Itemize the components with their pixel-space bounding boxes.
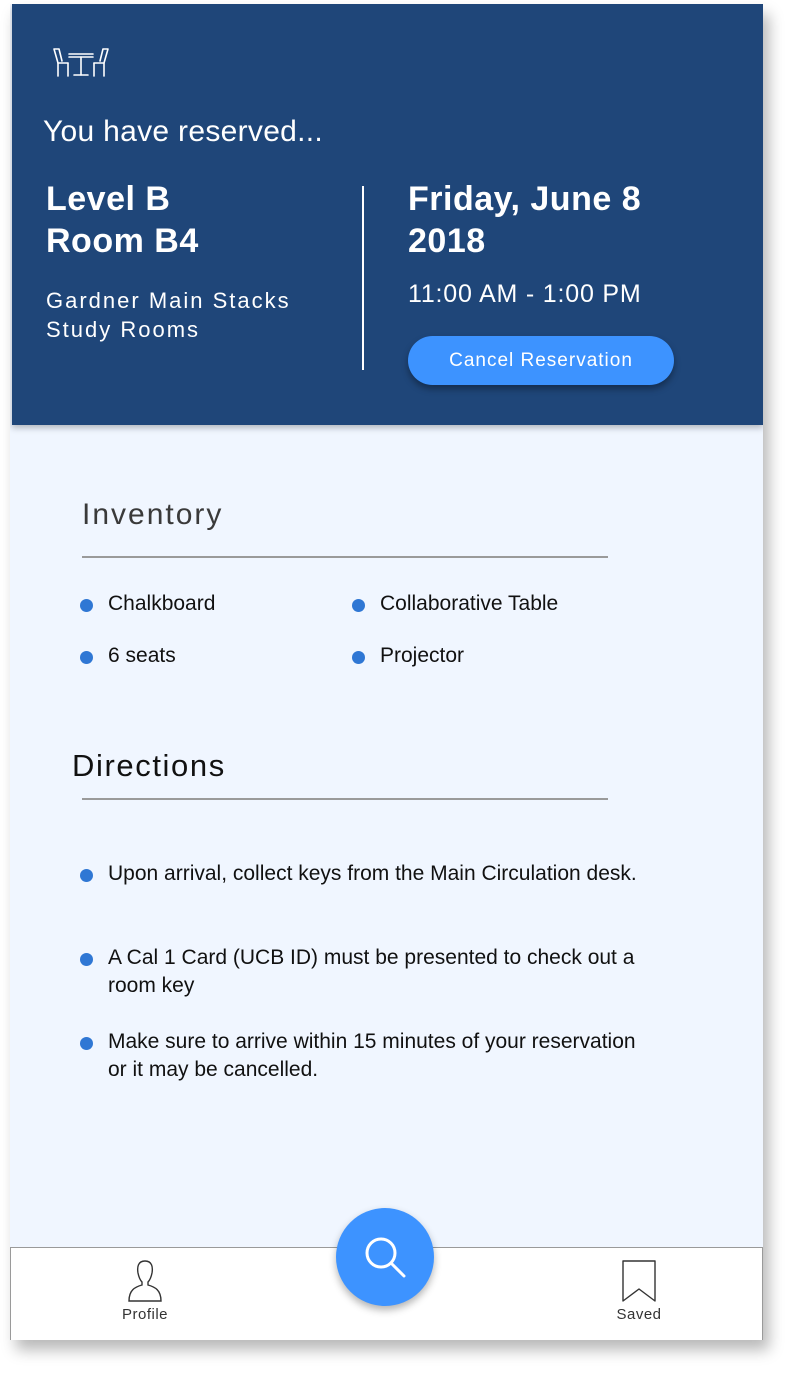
bullet-dot bbox=[80, 953, 93, 966]
building-name: Gardner Main Stacks Study Rooms bbox=[46, 286, 291, 344]
tab-saved-label: Saved bbox=[616, 1306, 662, 1323]
inventory-divider bbox=[82, 556, 608, 558]
search-icon bbox=[365, 1237, 406, 1278]
room-number: Room B4 bbox=[46, 222, 199, 260]
bullet-dot bbox=[352, 599, 365, 612]
bullet-dot bbox=[80, 599, 93, 612]
tab-saved[interactable]: Saved bbox=[599, 1258, 679, 1323]
building-line-2: Study Rooms bbox=[46, 317, 201, 342]
reservation-intro: You have reserved... bbox=[43, 115, 324, 148]
bullet-dot bbox=[80, 869, 93, 882]
date-day: Friday, June 8 bbox=[408, 180, 642, 218]
room-level: Level B bbox=[46, 180, 171, 218]
tab-profile-label: Profile bbox=[121, 1306, 169, 1323]
direction-text: Make sure to arrive within 15 minutes of… bbox=[108, 1030, 636, 1081]
bullet-dot bbox=[352, 651, 365, 664]
cancel-reservation-button[interactable]: Cancel Reservation bbox=[408, 336, 674, 385]
inventory-item-label: 6 seats bbox=[108, 644, 176, 667]
reservation-date: Friday, June 8 2018 bbox=[408, 178, 641, 262]
bullet-dot bbox=[80, 651, 93, 664]
header-divider bbox=[362, 186, 364, 370]
bookmark-icon bbox=[622, 1260, 656, 1302]
reservation-header: You have reserved... Level B Room B4 Gar… bbox=[12, 4, 763, 425]
directions-divider bbox=[82, 798, 608, 800]
room-name: Level B Room B4 bbox=[46, 178, 199, 262]
inventory-item-label: Chalkboard bbox=[108, 592, 216, 615]
reservation-screen: You have reserved... Level B Room B4 Gar… bbox=[10, 4, 763, 1340]
direction-text: Upon arrival, collect keys from the Main… bbox=[108, 862, 637, 885]
reservation-time: 11:00 AM - 1:00 PM bbox=[408, 280, 642, 308]
inventory-title: Inventory bbox=[82, 498, 224, 531]
table-chairs-icon bbox=[53, 48, 109, 77]
bullet-dot bbox=[80, 1037, 93, 1050]
directions-title: Directions bbox=[72, 748, 226, 783]
building-line-1: Gardner Main Stacks bbox=[46, 288, 291, 313]
date-year: 2018 bbox=[408, 222, 486, 260]
inventory-item-label: Collaborative Table bbox=[380, 592, 559, 615]
tab-profile[interactable]: Profile bbox=[105, 1258, 185, 1323]
inventory-item-label: Projector bbox=[380, 644, 465, 667]
search-button[interactable] bbox=[336, 1208, 434, 1306]
direction-text: A Cal 1 Card (UCB ID) must be presented … bbox=[108, 946, 635, 997]
person-icon bbox=[128, 1260, 162, 1302]
